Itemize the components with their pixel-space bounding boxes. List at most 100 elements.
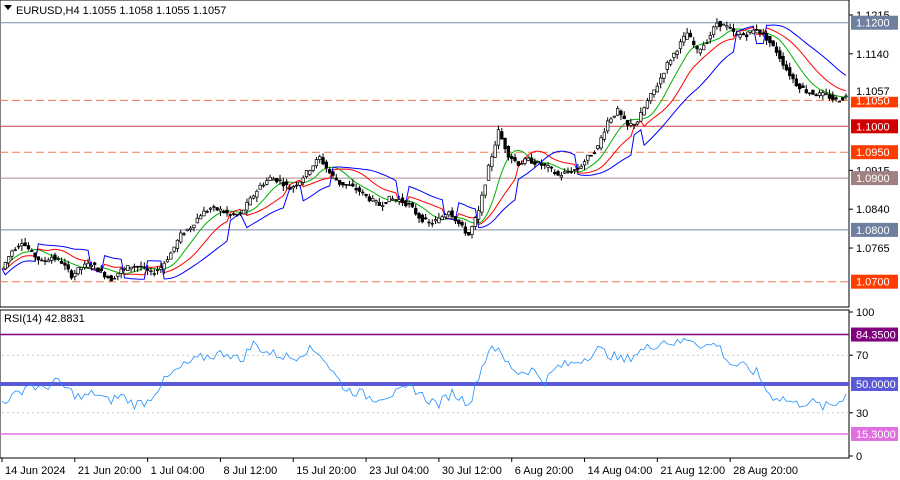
candle-body (102, 272, 107, 278)
candle-body (721, 23, 726, 26)
candle-body (788, 67, 792, 77)
candle-body (225, 209, 229, 214)
candle-body (291, 186, 295, 189)
candle-body (625, 119, 630, 126)
time-tick-label: 28 Aug 20:00 (733, 465, 798, 477)
candle-body (40, 259, 44, 262)
candle-body (503, 137, 507, 150)
candle-body (83, 263, 87, 268)
candle-body (198, 215, 203, 220)
candle-body (69, 270, 74, 279)
candle-body (533, 161, 537, 165)
candle-body (493, 144, 497, 158)
candle-body (619, 110, 623, 116)
candle-body (702, 44, 706, 51)
candle-body (337, 179, 342, 185)
candle-body (99, 268, 103, 272)
candle-body (490, 156, 494, 167)
candle-body (778, 50, 782, 59)
candle-body (390, 198, 395, 201)
candle-body (106, 276, 110, 278)
candle-body (275, 178, 279, 183)
candle-body (298, 181, 302, 186)
candle-body (543, 163, 547, 166)
candle-body (589, 155, 593, 157)
candle-body (56, 258, 60, 260)
candle-body (380, 205, 385, 207)
candle-body (328, 169, 332, 174)
candle-body (500, 131, 504, 140)
candle-body (238, 212, 242, 215)
candle-body (635, 121, 640, 125)
candle-body (572, 169, 577, 171)
candle-body (457, 219, 461, 224)
candle-body (294, 184, 299, 187)
candle-body (119, 268, 123, 274)
candle-body (526, 157, 530, 161)
level-tag-label: 1.0800 (856, 225, 890, 237)
candle-body (20, 243, 24, 247)
candle-body (281, 181, 285, 187)
candle-body (599, 137, 603, 149)
time-tick-label: 30 Jul 12:00 (442, 465, 502, 477)
candle-body (718, 20, 722, 27)
candle-body (655, 85, 659, 93)
candle-body (30, 250, 34, 252)
candle-body (496, 129, 501, 146)
candle-body (16, 245, 21, 248)
candle-body (563, 171, 567, 174)
candle-body (761, 32, 765, 35)
candle-body (682, 35, 686, 43)
candle-body (347, 184, 352, 186)
candle-body (162, 262, 166, 270)
rsi-level-label: 15.3000 (856, 429, 896, 441)
symbol-header: EURUSD,H4 1.1055 1.1058 1.1055 1.1057 (16, 5, 226, 17)
candle-body (450, 210, 454, 218)
candle-body (784, 64, 789, 71)
candle-body (774, 46, 779, 53)
level-tag-label: 1.0700 (856, 277, 890, 289)
candle-body (814, 94, 818, 97)
candle-body (447, 211, 451, 216)
candle-body (397, 199, 401, 202)
candle-body (824, 93, 828, 95)
candle-body (764, 32, 769, 41)
candle-body (549, 166, 554, 169)
candle-body (232, 213, 236, 215)
candle-body (43, 260, 47, 262)
candle-body (470, 226, 474, 235)
candle-body (486, 164, 491, 181)
candle-body (394, 199, 398, 201)
candle-body (834, 97, 838, 100)
level-tag-label: 1.1000 (856, 121, 890, 133)
candle-body (695, 46, 699, 50)
candle-body (185, 228, 189, 232)
candle-body (685, 32, 689, 40)
candle-body (609, 118, 613, 123)
candle-body (361, 191, 365, 194)
candle-body (831, 94, 835, 100)
trading-chart[interactable]: 1.12151.11401.09151.08401.0765 1.12001.1… (0, 0, 900, 480)
candle-body (427, 221, 431, 224)
candle-body (559, 175, 564, 178)
candle-body (480, 194, 484, 213)
candle-body (165, 259, 170, 263)
candle-body (23, 242, 27, 246)
price-tick-label: 1.0765 (856, 243, 890, 255)
candle-body (748, 30, 752, 33)
candle-body (735, 34, 739, 36)
candle-body (112, 277, 117, 280)
candle-body (371, 198, 375, 202)
candle-body (169, 252, 173, 260)
candle-body (539, 163, 544, 166)
time-tick-label: 21 Aug 12:00 (660, 465, 725, 477)
candle-body (546, 165, 550, 168)
candle-body (159, 267, 163, 270)
candle-body (86, 262, 90, 268)
candle-body (579, 165, 583, 169)
rsi-level-label: 84.3500 (856, 330, 896, 342)
candle-body (417, 213, 421, 219)
candle-body (483, 184, 487, 196)
rsi-level-label: 50.0000 (856, 379, 896, 391)
candle-body (460, 221, 464, 226)
